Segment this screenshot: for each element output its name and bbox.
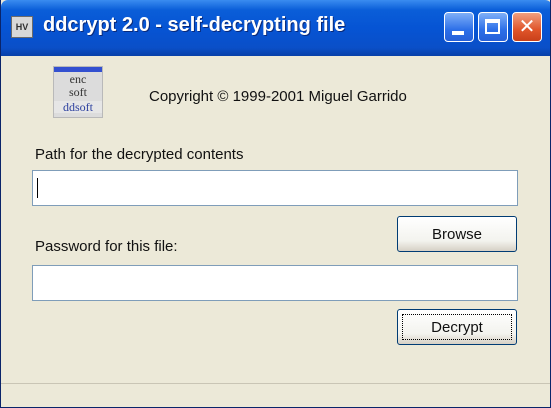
encsoft-logo: enc soft ddsoft — [53, 66, 103, 118]
copyright-text: Copyright © 1999-2001 Miguel Garrido — [149, 88, 407, 105]
logo-line-2: soft — [69, 85, 87, 99]
maximize-button[interactable] — [478, 12, 508, 42]
minimize-icon — [452, 31, 464, 35]
logo-line-3: ddsoft — [54, 101, 102, 113]
decrypt-label: Decrypt — [431, 318, 483, 336]
password-label: Password for this file: — [35, 238, 178, 255]
maximize-icon — [485, 19, 500, 34]
text-caret — [37, 178, 38, 198]
logo-line-1: enc — [69, 72, 87, 86]
path-input[interactable] — [32, 170, 518, 206]
window-title: ddcrypt 2.0 - self-decrypting file — [43, 14, 346, 36]
title-bar[interactable]: HV ddcrypt 2.0 - self-decrypting file ✕ — [1, 0, 550, 56]
minimize-button[interactable] — [444, 12, 474, 42]
path-label: Path for the decrypted contents — [35, 146, 244, 163]
close-button[interactable]: ✕ — [512, 12, 542, 42]
ddcrypt-window: HV ddcrypt 2.0 - self-decrypting file ✕ … — [0, 0, 551, 408]
app-icon-glyph: HV — [15, 22, 29, 32]
status-bar — [1, 383, 550, 407]
app-icon[interactable]: HV — [11, 16, 33, 38]
password-input[interactable] — [32, 265, 518, 301]
browse-button[interactable]: Browse — [397, 216, 517, 252]
decrypt-button[interactable]: Decrypt — [397, 309, 517, 345]
close-icon: ✕ — [518, 16, 536, 38]
